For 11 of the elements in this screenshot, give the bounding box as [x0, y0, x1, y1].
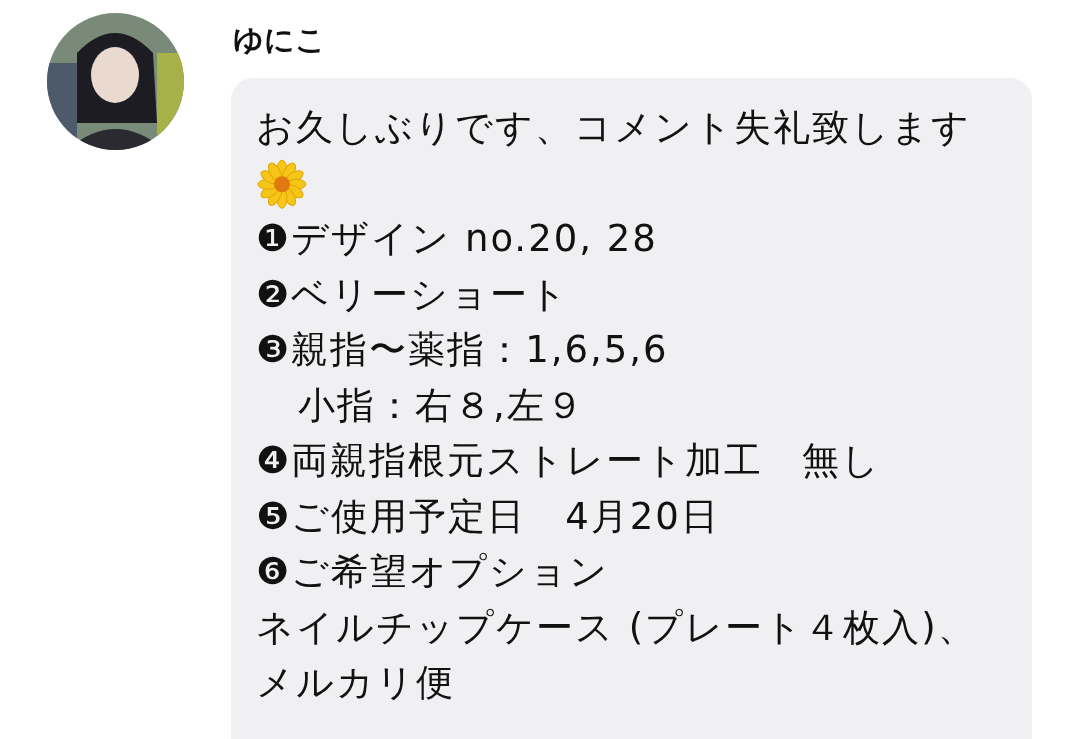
- message-line: ❹両親指根元ストレート加工 無し: [256, 438, 882, 484]
- message-line: ❻ご希望オプション: [256, 549, 610, 595]
- message-line: ❸親指〜薬指：1,6,5,6: [256, 327, 669, 373]
- message-line: お久しぶりです、コメント失礼致します: [256, 105, 971, 151]
- author-name: ゆにこ: [233, 25, 327, 55]
- message-line: ❶デザイン no.20, 28: [256, 216, 658, 262]
- message-line: ❺ご使用予定日 4月20日: [256, 493, 720, 540]
- message-line: ❷ベリーショート: [256, 271, 570, 318]
- message-line: 小指：右８,左９: [298, 382, 585, 429]
- message-line: ネイルチップケース (プレート４枚入)、: [256, 604, 977, 651]
- message-line: メルカリ便: [256, 660, 455, 706]
